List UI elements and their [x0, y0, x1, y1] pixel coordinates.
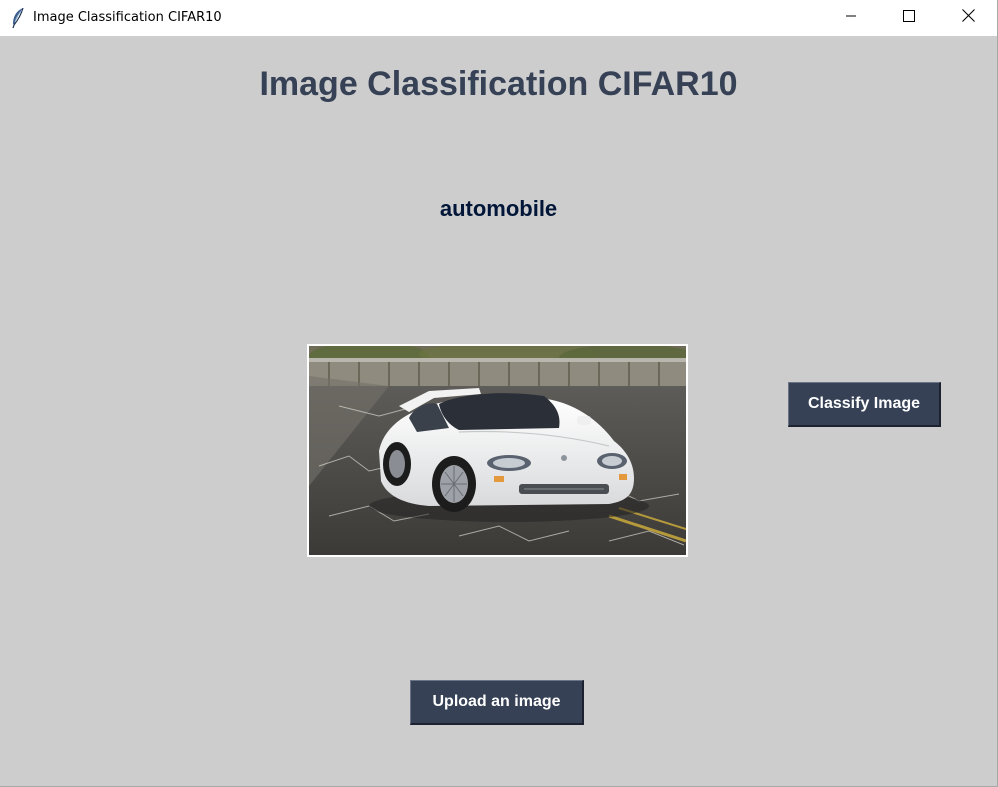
page-title: Image Classification CIFAR10 — [259, 65, 738, 103]
classify-image-button[interactable]: Classify Image — [788, 382, 941, 427]
window-title: Image Classification CIFAR10 — [33, 10, 222, 25]
client-area: Image Classification CIFAR10 automobile — [0, 37, 997, 786]
maximize-button[interactable] — [880, 0, 938, 36]
minimize-icon — [845, 9, 857, 27]
prediction-label: automobile — [439, 196, 558, 221]
upload-image-button[interactable]: Upload an image — [410, 680, 584, 725]
uploaded-image — [307, 344, 688, 557]
minimize-button[interactable] — [822, 0, 880, 36]
feather-icon — [10, 7, 26, 29]
app-window: Image Classification CIFAR10 Image Class… — [0, 0, 998, 787]
title-bar[interactable]: Image Classification CIFAR10 — [0, 0, 997, 37]
close-button[interactable] — [939, 0, 997, 36]
maximize-icon — [903, 9, 915, 27]
close-icon — [961, 9, 975, 27]
